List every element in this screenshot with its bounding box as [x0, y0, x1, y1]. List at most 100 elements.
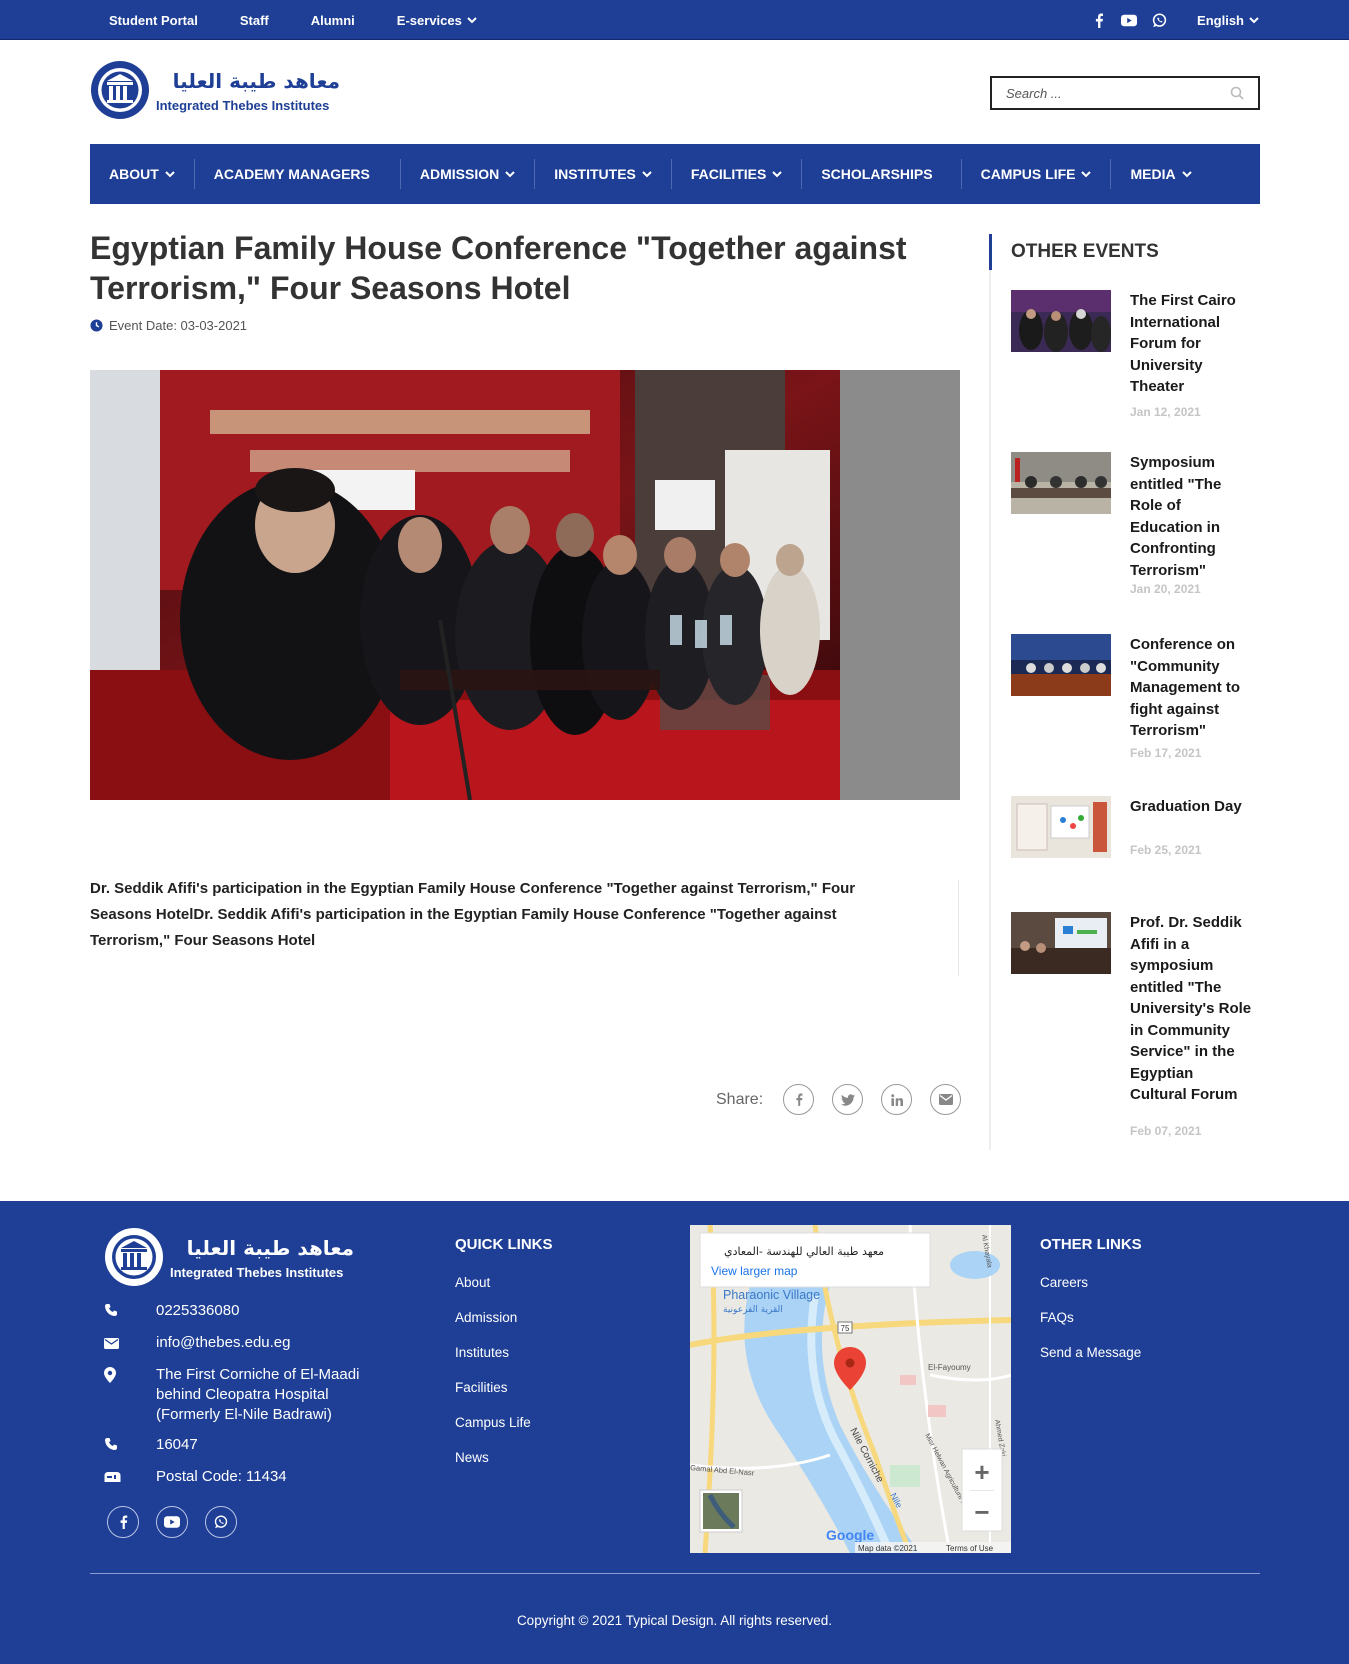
chevron-down-icon	[642, 171, 652, 178]
nav-admission[interactable]: ADMISSION	[401, 144, 534, 204]
map-label-village: Pharaonic Village	[723, 1288, 820, 1302]
phone-number[interactable]: 0225336080	[156, 1301, 239, 1321]
nav-about[interactable]: ABOUT	[90, 144, 194, 204]
site-logo[interactable]: معاهد طيبة العليا Integrated Thebes Inst…	[90, 60, 350, 120]
youtube-icon	[164, 1516, 180, 1528]
quick-link-campus-life[interactable]: Campus Life	[455, 1415, 531, 1450]
facebook-icon[interactable]	[1091, 12, 1107, 28]
nav-admission-label: ADMISSION	[419, 166, 500, 182]
chevron-down-icon	[505, 171, 515, 178]
alumni-link[interactable]: Alumni	[311, 13, 355, 28]
email-row: info@thebes.edu.eg	[104, 1333, 404, 1355]
footer: معاهد طيبة العليا Integrated Thebes Inst…	[0, 1201, 1349, 1664]
share-email-button[interactable]	[930, 1084, 962, 1115]
event-item[interactable]: Prof. Dr. Seddik Afifi in a symposium en…	[1011, 912, 1251, 1142]
share-facebook-button[interactable]	[783, 1084, 815, 1115]
divider	[958, 880, 959, 976]
quick-link-news[interactable]: News	[455, 1450, 531, 1485]
main-nav: ABOUT ACADEMY MANAGERS ADMISSION INSTITU…	[90, 144, 1260, 204]
footer-whatsapp-button[interactable]	[205, 1506, 237, 1538]
language-label: English	[1197, 12, 1244, 28]
linkedin-icon	[890, 1093, 903, 1106]
map-data-credit: Map data ©2021	[858, 1544, 918, 1553]
top-bar: Student Portal Staff Alumni E-services E…	[0, 0, 1349, 40]
footer-logo-english-text: Integrated Thebes Institutes	[170, 1265, 343, 1280]
nav-media-label: MEDIA	[1130, 166, 1176, 182]
event-item[interactable]: Conference on "Community Management to f…	[1011, 634, 1251, 784]
other-link-careers[interactable]: Careers	[1040, 1275, 1141, 1310]
map-pin-icon	[104, 1367, 116, 1383]
quick-link-facilities[interactable]: Facilities	[455, 1380, 531, 1415]
event-thumbnail[interactable]	[1011, 290, 1111, 352]
share-twitter-button[interactable]	[832, 1084, 864, 1115]
event-thumbnail[interactable]	[1011, 634, 1111, 696]
event-item[interactable]: The First Cairo International Forum for …	[1011, 290, 1251, 430]
sidebar-heading: OTHER EVENTS	[989, 234, 1159, 270]
event-title[interactable]: Conference on "Community Management to f…	[1130, 634, 1252, 742]
footer-logo[interactable]: معاهد طيبة العليا Integrated Thebes Inst…	[104, 1227, 364, 1287]
clock-icon	[90, 319, 103, 332]
other-links: Careers FAQs Send a Message	[1040, 1275, 1141, 1380]
search-icon[interactable]	[1230, 86, 1244, 100]
hotline-number[interactable]: 16047	[156, 1435, 198, 1455]
footer-youtube-button[interactable]	[156, 1506, 188, 1538]
event-date: Feb 25, 2021	[1130, 843, 1202, 857]
other-events-sidebar: OTHER EVENTS The First Cairo Internation…	[989, 234, 1251, 1150]
event-title[interactable]: Graduation Day	[1130, 796, 1252, 818]
chevron-down-icon	[1181, 171, 1192, 178]
logo-arabic-text: معاهد طيبة العليا	[173, 69, 340, 93]
facebook-icon	[796, 1093, 803, 1106]
event-title[interactable]: Prof. Dr. Seddik Afifi in a symposium en…	[1130, 912, 1252, 1106]
youtube-icon[interactable]	[1121, 12, 1138, 28]
quick-link-about[interactable]: About	[455, 1275, 531, 1310]
event-thumbnail[interactable]	[1011, 796, 1111, 858]
chevron-down-icon	[772, 171, 783, 178]
nav-institutes-label: INSTITUTES	[554, 166, 636, 182]
event-date-text: Event Date: 03-03-2021	[109, 318, 248, 333]
address-row: The First Corniche of El-Maadi behind Cl…	[104, 1365, 404, 1425]
quick-link-admission[interactable]: Admission	[455, 1310, 531, 1345]
staff-link[interactable]: Staff	[240, 13, 269, 28]
nav-academy-managers[interactable]: ACADEMY MANAGERS	[195, 144, 400, 204]
nav-media[interactable]: MEDIA	[1111, 144, 1210, 204]
other-link-faqs[interactable]: FAQs	[1040, 1310, 1141, 1345]
e-services-dropdown[interactable]: E-services	[397, 13, 477, 28]
nav-scholarships[interactable]: SCHOLARSHIPS	[802, 144, 960, 204]
share-linkedin-button[interactable]	[881, 1084, 913, 1115]
event-title[interactable]: The First Cairo International Forum for …	[1130, 290, 1252, 398]
postal-code: Postal Code: 11434	[156, 1468, 287, 1485]
location-map[interactable]: معهد طيبة العالي للهندسة -المعادي View l…	[690, 1225, 1011, 1553]
event-title[interactable]: Symposium entitled "The Role of Educatio…	[1130, 452, 1252, 581]
address-text: The First Corniche of El-Maadi behind Cl…	[156, 1366, 360, 1423]
nav-facilities[interactable]: FACILITIES	[672, 144, 801, 204]
footer-facebook-button[interactable]	[107, 1506, 139, 1538]
other-link-send-message[interactable]: Send a Message	[1040, 1345, 1141, 1380]
event-item[interactable]: Symposium entitled "The Role of Educatio…	[1011, 452, 1251, 602]
map-zoom-in[interactable]: +	[974, 1457, 989, 1487]
event-description: Dr. Seddik Afifi's participation in the …	[90, 880, 856, 949]
event-thumbnail[interactable]	[1011, 912, 1111, 974]
chevron-down-icon	[1081, 171, 1092, 178]
map-place-name: معهد طيبة العالي للهندسة -المعادي	[724, 1245, 884, 1258]
event-date: Event Date: 03-03-2021	[90, 318, 247, 333]
chevron-down-icon	[467, 17, 477, 24]
map-zoom-out[interactable]: −	[974, 1497, 989, 1527]
nav-campus-life[interactable]: CAMPUS LIFE	[962, 144, 1111, 204]
event-thumbnail[interactable]	[1011, 452, 1111, 514]
email-address[interactable]: info@thebes.edu.eg	[156, 1333, 291, 1353]
event-date: Jan 12, 2021	[1130, 405, 1201, 419]
quick-links-title: QUICK LINKS	[455, 1236, 553, 1253]
copyright: Copyright © 2021 Typical Design. All rig…	[516, 1613, 833, 1628]
student-portal-link[interactable]: Student Portal	[109, 13, 198, 28]
search-input[interactable]	[1006, 85, 1230, 101]
map-label-road: 75	[841, 1324, 850, 1333]
event-item[interactable]: Graduation Day Feb 25, 2021	[1011, 796, 1251, 896]
whatsapp-icon[interactable]	[1151, 12, 1167, 28]
phone-row: 0225336080	[104, 1301, 404, 1323]
quick-link-institutes[interactable]: Institutes	[455, 1345, 531, 1380]
view-larger-map-link[interactable]: View larger map	[711, 1264, 798, 1278]
map-terms-link[interactable]: Terms of Use	[946, 1544, 994, 1553]
facebook-icon	[120, 1515, 127, 1529]
language-selector[interactable]: English	[1197, 13, 1259, 28]
nav-institutes[interactable]: INSTITUTES	[535, 144, 671, 204]
